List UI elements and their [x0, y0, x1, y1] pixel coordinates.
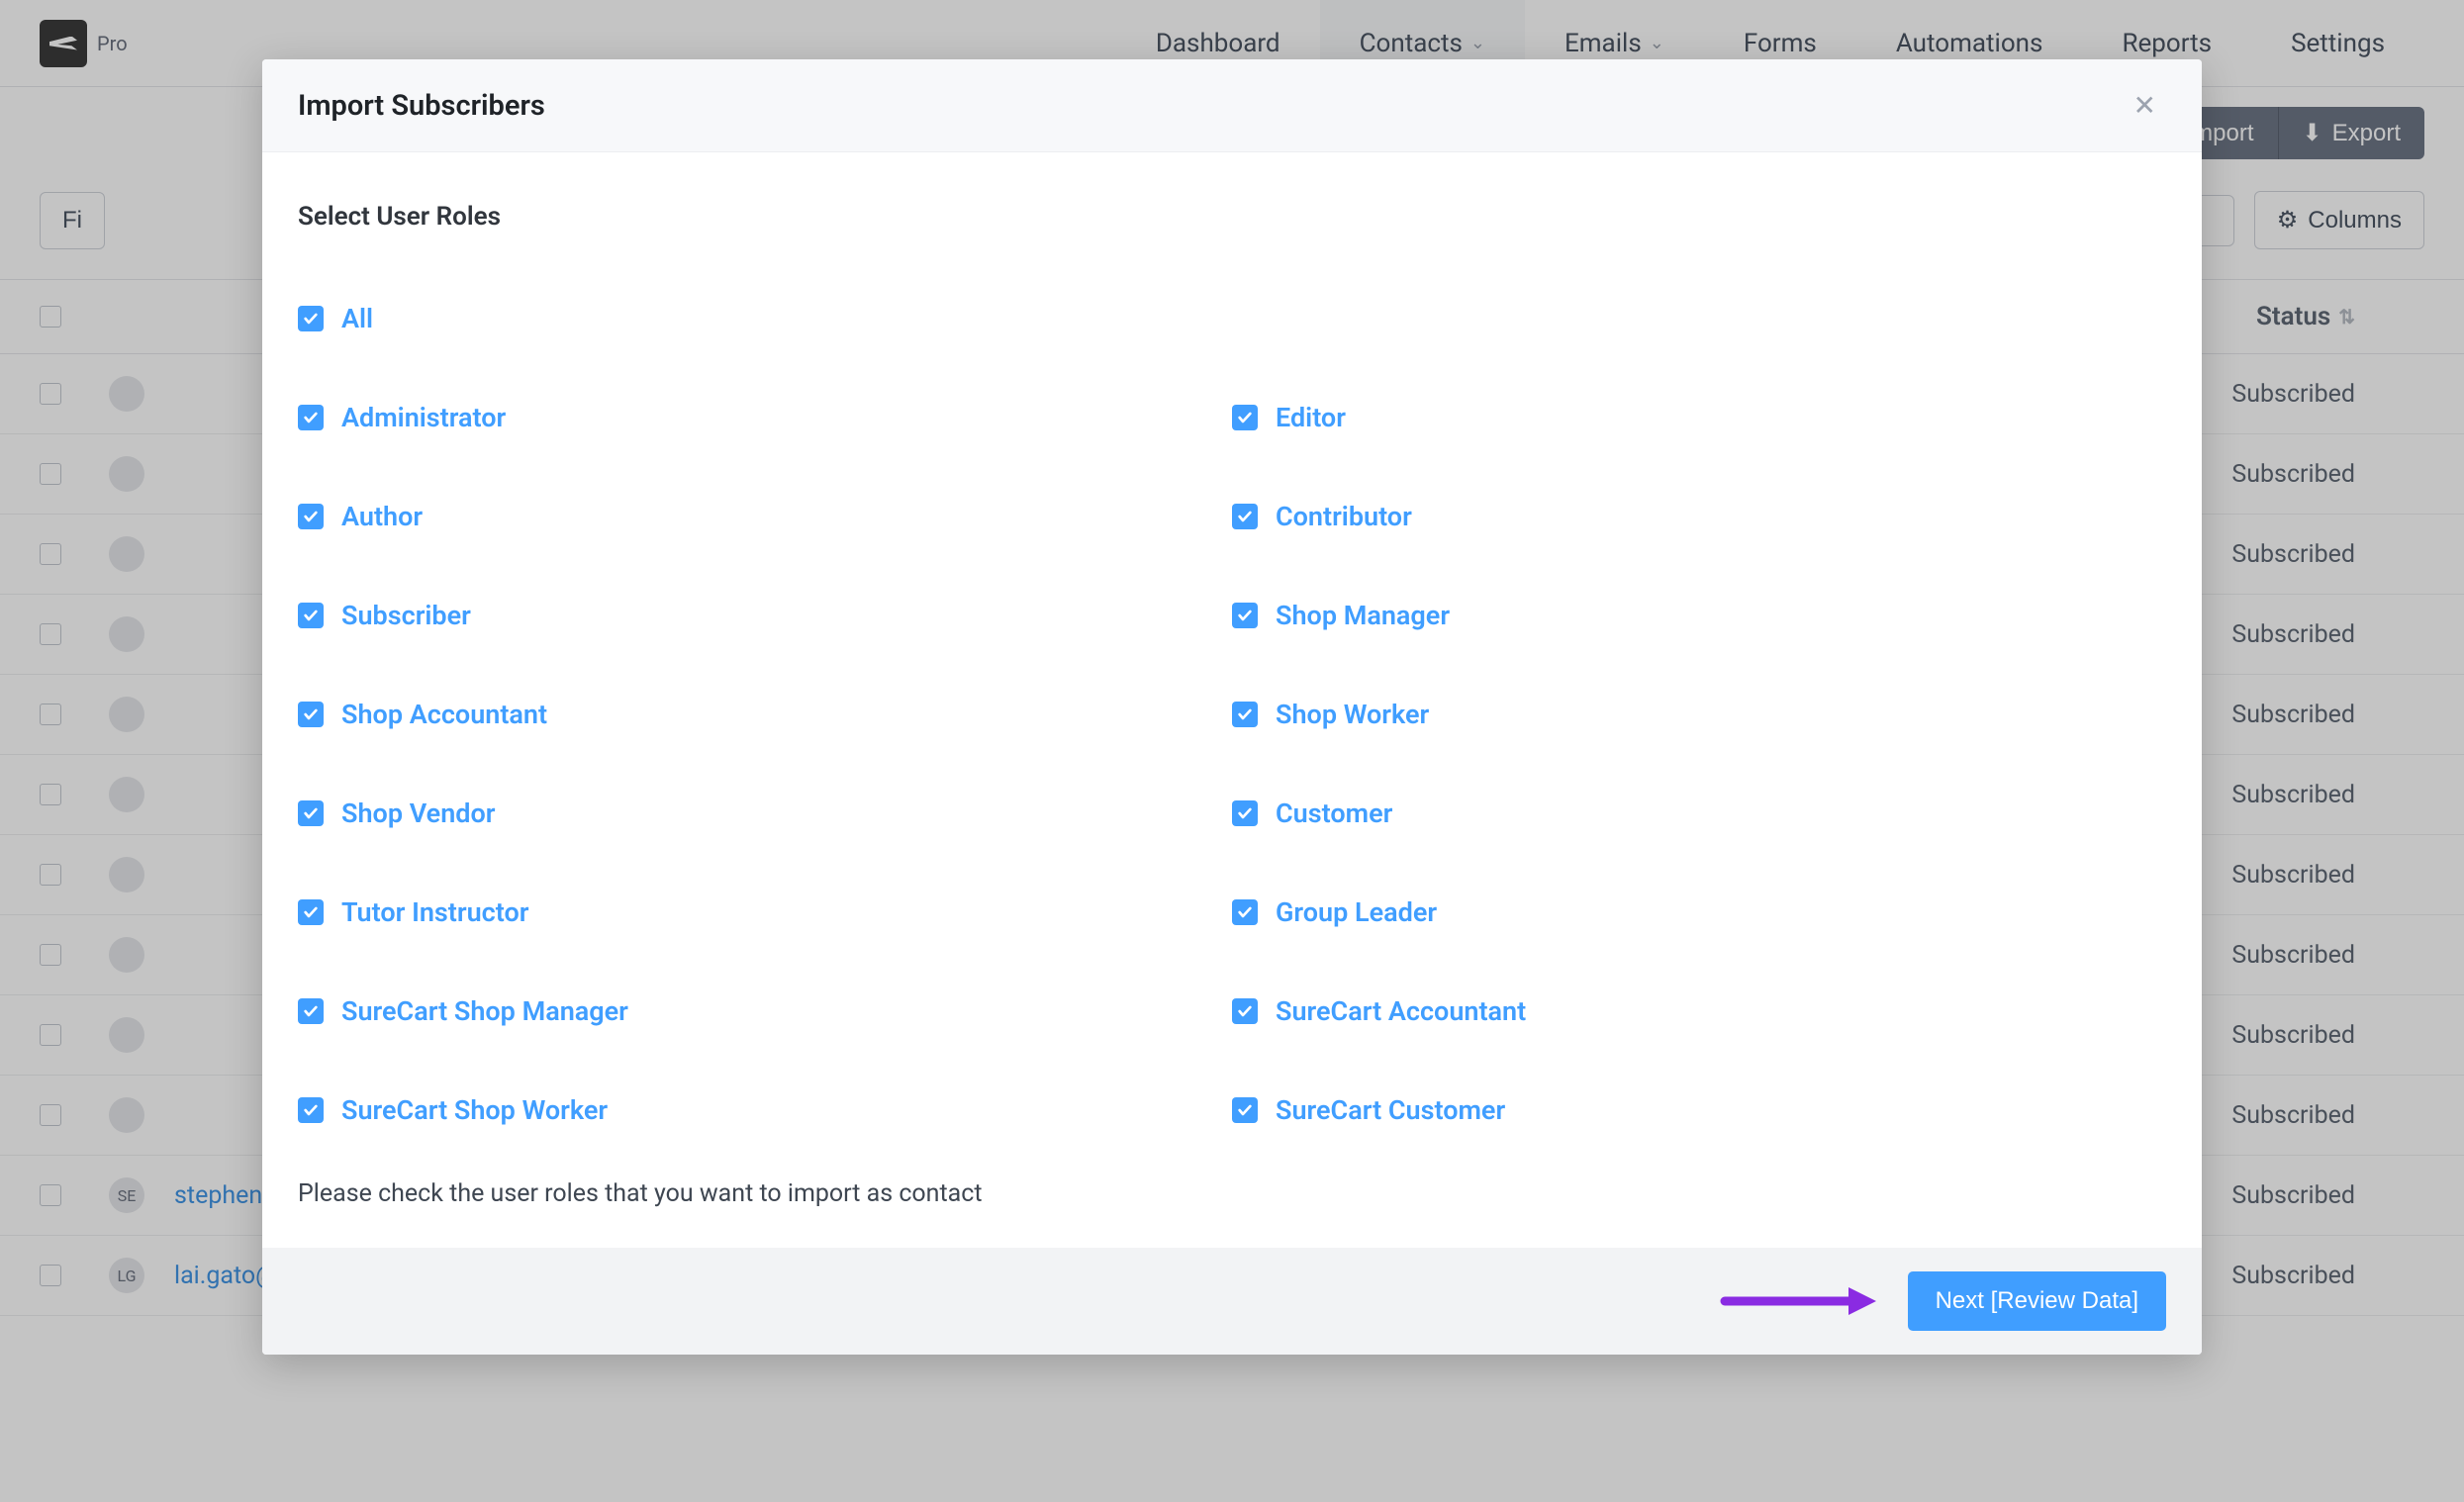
- role-label: SureCart Customer: [1276, 1094, 1505, 1126]
- checkbox-checked-icon[interactable]: [1232, 899, 1258, 925]
- role-item[interactable]: Tutor Instructor: [298, 863, 1232, 962]
- role-item[interactable]: SureCart Customer: [1232, 1061, 2166, 1160]
- checkbox-checked-icon[interactable]: [1232, 1097, 1258, 1123]
- modal-title: Import Subscribers: [298, 89, 545, 123]
- role-item[interactable]: Shop Manager: [1232, 566, 2166, 665]
- arrow-annotation-icon: [1720, 1281, 1878, 1321]
- modal-body: Select User Roles All Administrator Edito…: [262, 152, 2202, 1248]
- checkbox-checked-icon[interactable]: [298, 603, 324, 628]
- checkbox-checked-icon[interactable]: [1232, 998, 1258, 1024]
- role-label: Contributor: [1276, 501, 1412, 532]
- modal-footer: Next [Review Data]: [262, 1248, 2202, 1355]
- role-label: Administrator: [341, 402, 506, 433]
- checkbox-checked-icon[interactable]: [1232, 603, 1258, 628]
- role-label: Tutor Instructor: [341, 896, 528, 928]
- checkbox-checked-icon[interactable]: [298, 1097, 324, 1123]
- close-icon[interactable]: ✕: [2124, 85, 2166, 126]
- role-item[interactable]: Shop Vendor: [298, 764, 1232, 863]
- role-label: Group Leader: [1276, 896, 1437, 928]
- checkbox-checked-icon[interactable]: [298, 504, 324, 529]
- role-label: Shop Manager: [1276, 600, 1450, 631]
- role-item[interactable]: Author: [298, 467, 1232, 566]
- checkbox-checked-icon[interactable]: [298, 405, 324, 430]
- checkbox-checked-icon[interactable]: [298, 306, 324, 331]
- role-item[interactable]: Contributor: [1232, 467, 2166, 566]
- role-item[interactable]: SureCart Shop Worker: [298, 1061, 1232, 1160]
- role-label: Customer: [1276, 798, 1392, 829]
- role-item[interactable]: Editor: [1232, 368, 2166, 467]
- role-all[interactable]: All: [298, 269, 2166, 368]
- checkbox-checked-icon[interactable]: [1232, 800, 1258, 826]
- role-label: SureCart Shop Manager: [341, 995, 628, 1027]
- role-label: Editor: [1276, 402, 1346, 433]
- role-item[interactable]: Administrator: [298, 368, 1232, 467]
- role-label: Subscriber: [341, 600, 471, 631]
- role-label: Shop Accountant: [341, 699, 547, 730]
- modal-header: Import Subscribers ✕: [262, 59, 2202, 152]
- role-label: SureCart Accountant: [1276, 995, 1526, 1027]
- help-text: Please check the user roles that you wan…: [298, 1179, 2166, 1208]
- role-item[interactable]: Shop Accountant: [298, 665, 1232, 764]
- checkbox-checked-icon[interactable]: [298, 702, 324, 727]
- checkbox-checked-icon[interactable]: [298, 899, 324, 925]
- role-label: Shop Vendor: [341, 798, 496, 829]
- roles-grid: All Administrator Editor Author Contributor…: [298, 269, 2166, 1160]
- checkbox-checked-icon[interactable]: [1232, 702, 1258, 727]
- checkbox-checked-icon[interactable]: [1232, 405, 1258, 430]
- role-label: Shop Worker: [1276, 699, 1429, 730]
- import-subscribers-modal: Import Subscribers ✕ Select User Roles A…: [262, 59, 2202, 1355]
- role-label: Author: [341, 501, 423, 532]
- role-item[interactable]: SureCart Accountant: [1232, 962, 2166, 1061]
- checkbox-checked-icon[interactable]: [1232, 504, 1258, 529]
- modal-overlay: Import Subscribers ✕ Select User Roles A…: [0, 0, 2464, 1502]
- role-item[interactable]: Group Leader: [1232, 863, 2166, 962]
- role-label: SureCart Shop Worker: [341, 1094, 608, 1126]
- role-item[interactable]: Shop Worker: [1232, 665, 2166, 764]
- checkbox-checked-icon[interactable]: [298, 998, 324, 1024]
- section-title: Select User Roles: [298, 202, 2166, 232]
- next-review-data-button[interactable]: Next [Review Data]: [1908, 1271, 2166, 1331]
- role-item[interactable]: Subscriber: [298, 566, 1232, 665]
- role-item[interactable]: Customer: [1232, 764, 2166, 863]
- role-label: All: [341, 303, 373, 334]
- role-item[interactable]: SureCart Shop Manager: [298, 962, 1232, 1061]
- checkbox-checked-icon[interactable]: [298, 800, 324, 826]
